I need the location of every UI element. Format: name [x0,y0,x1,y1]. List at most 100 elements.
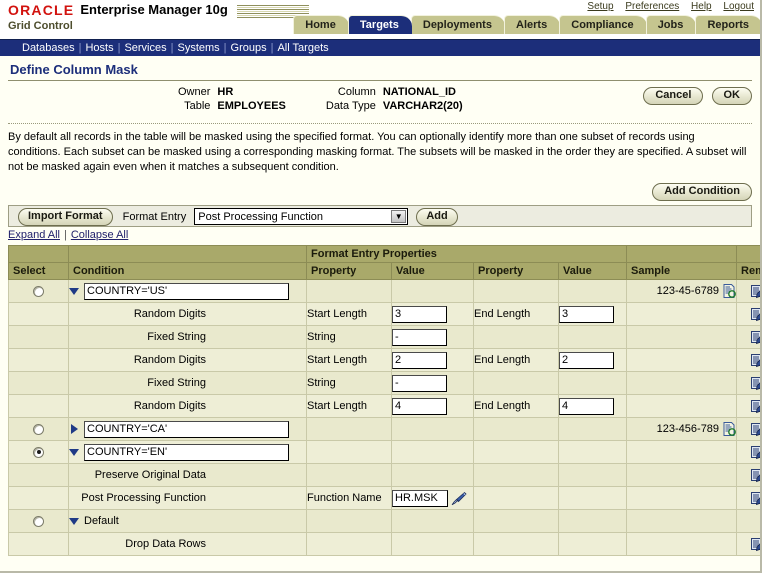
owner-value: HR [217,86,234,98]
tab-targets[interactable]: Targets [347,15,412,34]
header-spacer-select [8,245,69,263]
remove-pencil-icon[interactable] [751,284,760,299]
tree-controls-separator: | [63,229,67,241]
cell-remove [736,417,760,441]
subnav-separator: | [78,42,82,54]
cell-property-1 [306,440,392,464]
property-value-input[interactable]: 4 [559,397,614,415]
subnav-item-all-targets[interactable]: All Targets [277,42,328,54]
cell-condition: COUNTRY='CA' [68,417,307,441]
disclosure-triangle-expanded-icon[interactable] [69,286,80,297]
import-format-button[interactable]: Import Format [18,208,113,227]
table-row: Fixed String String - [8,325,760,349]
subnav-item-hosts[interactable]: Hosts [85,42,113,54]
remove-pencil-icon[interactable] [751,399,760,414]
remove-pencil-icon[interactable] [751,307,760,322]
remove-pencil-icon[interactable] [751,353,760,368]
condition-input[interactable]: COUNTRY='US' [84,282,289,300]
tab-deployments[interactable]: Deployments [410,15,505,34]
tab-alerts[interactable]: Alerts [504,15,561,34]
add-format-entry-button[interactable]: Add [416,208,458,227]
expand-all-link[interactable]: Expand All [8,229,60,241]
subnav-item-systems[interactable]: Systems [177,42,219,54]
header-property-2: Property [473,262,559,280]
row-select-radio[interactable] [33,515,44,527]
sample-preview-icon[interactable] [723,284,736,298]
remove-pencil-icon[interactable] [751,445,760,460]
cell-remove [736,532,760,556]
format-entry-select[interactable]: Post Processing Function ▼ [194,208,409,225]
ok-button[interactable]: OK [711,87,752,105]
remove-pencil-icon[interactable] [751,330,760,345]
property-value-input[interactable]: 3 [559,305,614,323]
summary-divider [8,123,752,124]
property-value-input[interactable]: 4 [392,397,447,415]
row-select-radio[interactable] [33,423,44,435]
subnav-item-databases[interactable]: Databases [22,42,75,54]
cell-select [8,279,69,303]
cell-entry-label: Drop Data Rows [68,532,307,556]
table-body: COUNTRY='US' 123-45-6789 Random Digits Star… [8,279,760,556]
sample-value: 123-45-6789 [656,284,720,297]
remove-pencil-icon[interactable] [751,537,760,552]
property-value-input[interactable]: 3 [392,305,447,323]
cell-remove [736,509,760,533]
tab-jobs[interactable]: Jobs [645,15,697,34]
global-link-setup[interactable]: Setup [587,1,613,12]
condition-input[interactable]: COUNTRY='CA' [84,420,289,438]
remove-pencil-icon[interactable] [751,376,760,391]
remove-pencil-icon[interactable] [751,491,760,506]
chevron-down-icon[interactable]: ▼ [391,210,407,223]
tab-compliance[interactable]: Compliance [559,15,647,34]
cell-property-2: End Length [473,348,559,372]
subnav-item-services[interactable]: Services [124,42,166,54]
cell-value-1 [391,279,474,303]
remove-pencil-icon[interactable] [751,468,760,483]
table-header-row: Select Condition Property Value Property… [8,262,760,280]
subnav-item-groups[interactable]: Groups [231,42,267,54]
cell-value-2 [557,486,628,510]
cell-sample: 123-456-789 [626,417,738,441]
cell-value-1: 4 [391,394,474,418]
column-label: Column [337,86,376,98]
cell-value-1: 3 [391,302,474,326]
tab-home[interactable]: Home [293,15,349,34]
cancel-button[interactable]: Cancel [643,87,704,105]
disclosure-triangle-expanded-icon[interactable] [69,447,80,458]
header-spacer-sample [626,245,738,263]
remove-pencil-icon[interactable] [751,422,760,437]
cell-entry-label: Preserve Original Data [68,463,307,487]
cell-value-2 [557,325,628,349]
global-link-logout[interactable]: Logout [723,1,754,12]
cell-property-2 [473,532,559,556]
property-value-input[interactable]: 2 [392,351,447,369]
condition-input[interactable]: COUNTRY='EN' [84,443,289,461]
disclosure-triangle-collapsed-icon[interactable] [69,423,80,435]
cell-value-2 [557,279,628,303]
property-value-input[interactable]: - [392,328,447,346]
property-value-input[interactable]: 2 [559,351,614,369]
cell-property-2: End Length [473,302,559,326]
cell-sample: 123-45-6789 [626,279,738,303]
table-row: COUNTRY='US' 123-45-6789 [8,279,760,303]
global-link-help[interactable]: Help [691,1,712,12]
table-row: Preserve Original Data [8,463,760,487]
cell-property-1 [306,532,392,556]
global-link-preferences[interactable]: Preferences [625,1,679,12]
table-row: COUNTRY='EN' [8,440,760,464]
add-condition-button[interactable]: Add Condition [652,183,752,201]
cell-condition: Default [68,509,307,533]
property-value-input[interactable]: HR.MSK [392,489,448,507]
disclosure-triangle-expanded-icon[interactable] [69,516,80,527]
property-value-input[interactable]: - [392,374,447,392]
collapse-all-link[interactable]: Collapse All [71,229,128,241]
flashlight-search-icon[interactable] [451,491,467,506]
cell-value-2 [557,371,628,395]
sample-preview-icon[interactable] [723,422,736,436]
cell-select [8,371,69,395]
table-row: Fixed String String - [8,371,760,395]
row-select-radio[interactable] [33,446,44,458]
tab-reports[interactable]: Reports [695,15,760,34]
row-select-radio[interactable] [33,285,44,297]
cell-sample [626,463,738,487]
